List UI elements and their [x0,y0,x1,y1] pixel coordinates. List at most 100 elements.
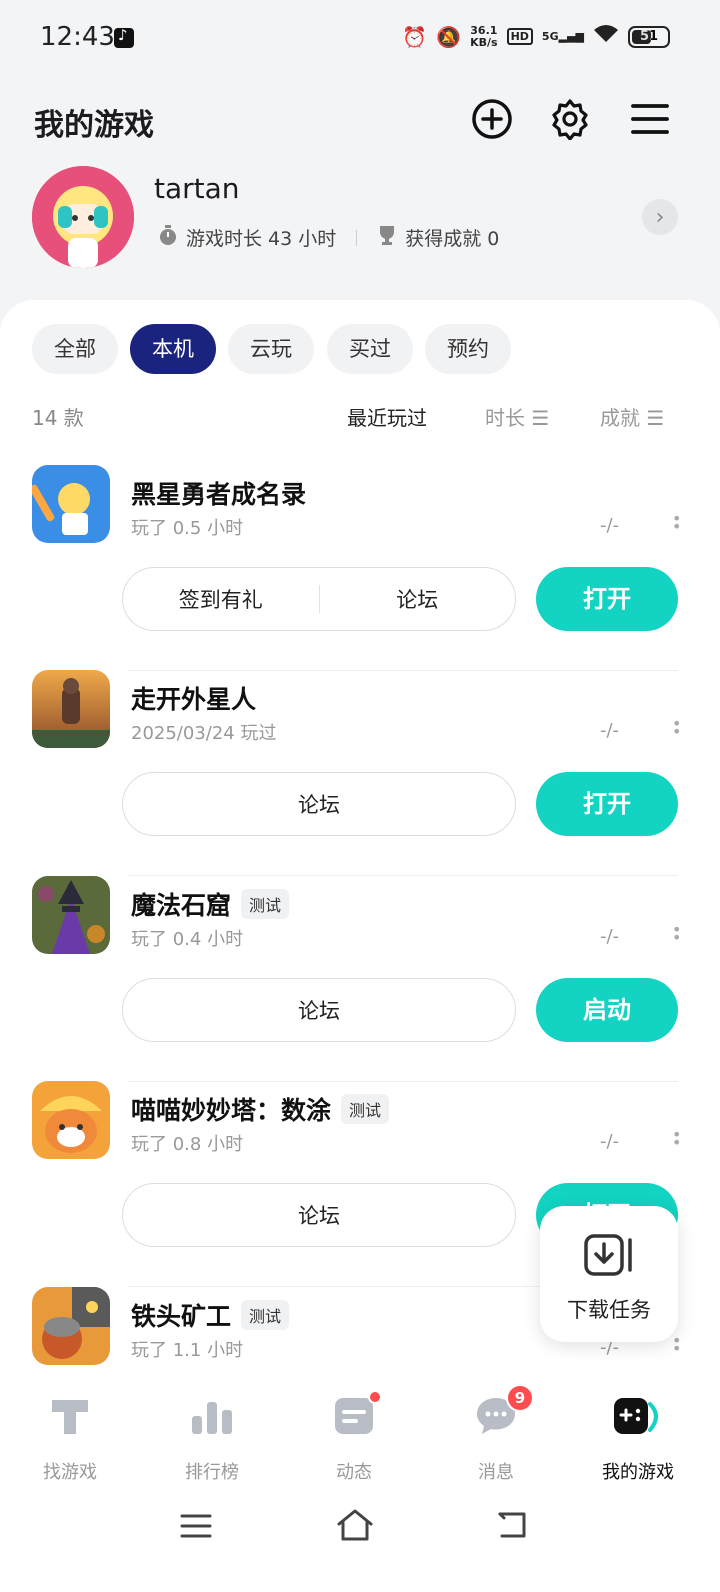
battery-icon: 51 [628,25,670,48]
find-games-icon [48,1394,92,1438]
rankings-icon [190,1394,234,1438]
game-row[interactable]: 魔法石窟 测试 玩了 0.4 小时 -/- • • 论坛 启动 [0,876,720,1082]
nav-my-games[interactable]: 我的游戏 [583,1394,693,1484]
nav-label: 我的游戏 [602,1462,674,1483]
beta-tag: 测试 [341,1094,390,1124]
download-icon [584,1232,636,1282]
download-tasks-button[interactable]: 下载任务 [540,1206,678,1342]
game-score: -/- [600,720,620,741]
game-meta: 2025/03/24 玩过 [131,723,277,744]
game-row[interactable]: 黑星勇者成名录 玩了 0.5 小时 -/- • • 签到有礼 论坛 打开 [0,465,720,671]
game-name[interactable]: 黑星勇者成名录 [131,475,306,511]
more-options-icon[interactable]: • • [672,1333,681,1357]
open-button[interactable]: 打开 [536,567,678,631]
game-score: -/- [600,515,620,536]
checkin-button[interactable]: 签到有礼 [123,584,319,614]
game-title[interactable]: 喵喵妙妙塔：数涂 [131,1091,331,1127]
game-name[interactable]: 喵喵妙妙塔：数涂 测试 [131,1091,390,1127]
messages-icon: 9 [474,1384,534,1438]
stats-divider [356,229,358,246]
beta-tag: 测试 [241,889,290,919]
game-row[interactable]: 走开外星人 2025/03/24 玩过 -/- • • 论坛 打开 [0,670,720,876]
alarm-icon: ⏰ [402,24,428,49]
net-speed-unit: KB/s [470,35,498,49]
trophy-icon [377,224,397,251]
mute-bell-icon: 🔕 [436,24,462,49]
home-icon[interactable] [336,1508,374,1546]
net-speed-value: 36.1 [470,23,498,37]
game-icon-go-away-alien[interactable] [32,670,110,748]
game-meta: 玩了 0.5 小时 [131,518,244,539]
game-name[interactable]: 走开外星人 [131,680,256,716]
nav-find-games[interactable]: 找游戏 [15,1394,125,1484]
forum-button[interactable]: 论坛 [123,1200,515,1230]
stopwatch-icon [158,224,178,251]
feed-badge-dot [368,1390,382,1404]
sort-achievement-label: 成就 [600,406,640,430]
settings-gear-icon[interactable] [549,98,591,141]
nav-messages[interactable]: 9 消息 [441,1384,551,1484]
profile-stats: 游戏时长 43 小时 获得成就 0 [158,224,499,251]
sort-icon: ☰ [646,406,665,430]
tiktok-notification-icon [114,26,134,48]
action-group: 论坛 [122,978,516,1042]
more-options-icon[interactable]: • • [672,922,681,946]
avatar[interactable] [32,166,134,268]
game-name[interactable]: 铁头矿工 测试 [131,1297,290,1333]
username[interactable]: tartan [154,172,240,205]
feed-icon [332,1390,382,1438]
more-options-icon[interactable]: • • [672,511,681,535]
filter-chip-purchased[interactable]: 买过 [327,324,413,374]
game-score: -/- [600,1131,620,1152]
signal-label: 5G [541,30,559,43]
forum-button[interactable]: 论坛 [320,584,516,614]
nav-label: 排行榜 [185,1462,239,1483]
action-group: 论坛 [122,772,516,836]
beta-tag: 测试 [241,1300,290,1330]
filter-chip-all[interactable]: 全部 [32,324,118,374]
hd-icon: HD [506,28,533,45]
game-title[interactable]: 魔法石窟 [131,886,231,922]
game-title[interactable]: 黑星勇者成名录 [131,475,306,511]
forum-button[interactable]: 论坛 [123,789,515,819]
game-meta: 玩了 0.4 小时 [131,929,244,950]
filter-chip-local[interactable]: 本机 [130,324,216,374]
more-options-icon[interactable]: • • [672,716,681,740]
sort-duration-label: 时长 [485,406,525,430]
forum-button[interactable]: 论坛 [123,995,515,1025]
add-icon[interactable] [471,98,513,140]
back-icon[interactable] [496,1510,528,1544]
game-count: 14 款 [32,406,84,430]
recent-apps-icon[interactable] [180,1512,212,1544]
game-title[interactable]: 走开外星人 [131,680,256,716]
profile-chevron-right-icon[interactable]: › [642,199,678,235]
battery-level: 51 [639,28,659,44]
gamepad-icon [612,1394,664,1438]
sort-achievement[interactable]: 成就 ☰ [600,402,664,431]
action-group: 签到有礼 论坛 [122,567,516,631]
game-icon-black-star[interactable] [32,465,110,543]
sort-icon: ☰ [531,406,550,430]
sort-duration[interactable]: 时长 ☰ [485,402,549,431]
sort-recent[interactable]: 最近玩过 [347,402,427,431]
nav-feed[interactable]: 动态 [299,1390,409,1484]
game-name[interactable]: 魔法石窟 测试 [131,886,290,922]
game-title[interactable]: 铁头矿工 [131,1297,231,1333]
menu-icon[interactable] [629,98,671,140]
launch-button[interactable]: 启动 [536,978,678,1042]
open-button[interactable]: 打开 [536,772,678,836]
nav-rankings[interactable]: 排行榜 [157,1394,267,1484]
system-navigation [0,1490,720,1570]
nav-label: 找游戏 [43,1462,97,1483]
game-icon-iron-head-miner[interactable] [32,1287,110,1365]
action-group: 论坛 [122,1183,516,1247]
game-meta: 玩了 1.1 小时 [131,1340,244,1361]
more-options-icon[interactable]: • • [672,1127,681,1151]
messages-badge: 9 [506,1384,534,1412]
game-icon-meow-tower[interactable] [32,1081,110,1159]
nav-label: 动态 [336,1462,372,1483]
game-icon-magic-cave[interactable] [32,876,110,954]
filter-chip-cloud[interactable]: 云玩 [228,324,314,374]
wifi-icon [593,24,619,49]
filter-chip-reserved[interactable]: 预约 [425,324,511,374]
